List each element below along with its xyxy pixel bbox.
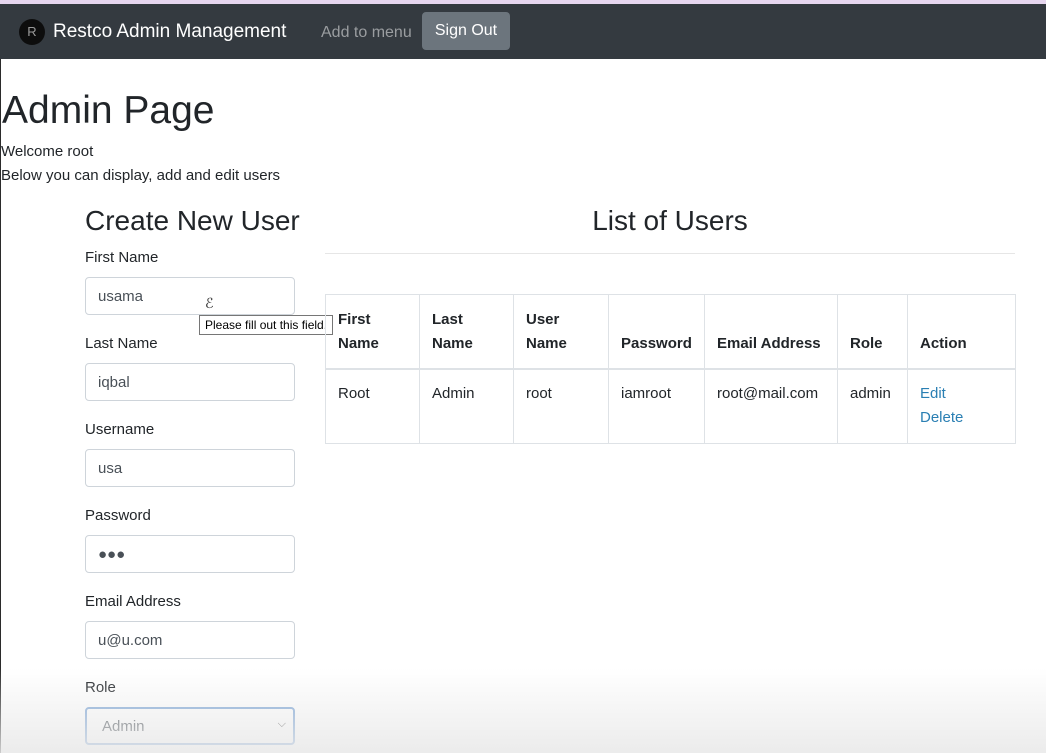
page-description: Below you can display, add and edit user… xyxy=(1,167,281,184)
cell-user-name: root xyxy=(513,368,609,444)
welcome-text: Welcome root xyxy=(1,143,94,160)
column-header: First Name xyxy=(325,294,420,370)
cell-action: Edit Delete xyxy=(907,368,1016,444)
delete-user-link[interactable]: Delete xyxy=(920,406,1003,430)
column-header: Role xyxy=(837,294,908,370)
left-border xyxy=(0,59,1,753)
password-label: Password xyxy=(85,507,151,524)
role-select[interactable]: Admin ⌵ xyxy=(85,707,295,745)
form-title: Create New User xyxy=(85,205,300,236)
brand-logo-icon[interactable]: R xyxy=(19,19,45,45)
column-header: Action xyxy=(907,294,1016,370)
validation-tooltip: Please fill out this field. xyxy=(199,315,334,335)
first-name-label: First Name xyxy=(85,249,159,266)
cell-last-name: Admin xyxy=(419,368,514,444)
users-table: First Name Last Name User Name Password … xyxy=(325,294,1016,444)
cell-first-name: Root xyxy=(325,368,420,444)
role-label: Role xyxy=(85,679,116,696)
cell-password: iamroot xyxy=(608,368,705,444)
first-name-input[interactable] xyxy=(85,277,295,315)
users-list-title: List of Users xyxy=(592,205,748,236)
chevron-down-icon: ⌵ xyxy=(277,718,286,730)
email-label: Email Address xyxy=(85,593,181,610)
cell-email: root@mail.com xyxy=(704,368,838,444)
add-to-menu-link[interactable]: Add to menu xyxy=(321,24,412,42)
column-header: User Name xyxy=(513,294,609,370)
column-header: Password xyxy=(608,294,705,370)
navbar: R Restco Admin Management Add to menu Si… xyxy=(0,4,1046,59)
username-label: Username xyxy=(85,421,155,438)
column-header: Last Name xyxy=(419,294,514,370)
last-name-input[interactable] xyxy=(85,363,295,401)
brand-title[interactable]: Restco Admin Management xyxy=(53,21,286,43)
edit-user-link[interactable]: Edit xyxy=(920,382,1003,406)
sign-out-button[interactable]: Sign Out xyxy=(422,12,510,50)
page-title: Admin Page xyxy=(2,89,215,132)
table-header-row: First Name Last Name User Name Password … xyxy=(325,294,1016,370)
text-cursor-icon: ℰ xyxy=(205,295,214,311)
role-select-value: Admin xyxy=(102,718,145,735)
column-header: Email Address xyxy=(704,294,838,370)
password-input[interactable] xyxy=(85,535,295,573)
email-input[interactable] xyxy=(85,621,295,659)
cell-role: admin xyxy=(837,368,908,444)
username-input[interactable] xyxy=(85,449,295,487)
table-row: Root Admin root iamroot root@mail.com ad… xyxy=(325,368,1016,444)
last-name-label: Last Name xyxy=(85,335,158,352)
divider xyxy=(325,253,1015,254)
